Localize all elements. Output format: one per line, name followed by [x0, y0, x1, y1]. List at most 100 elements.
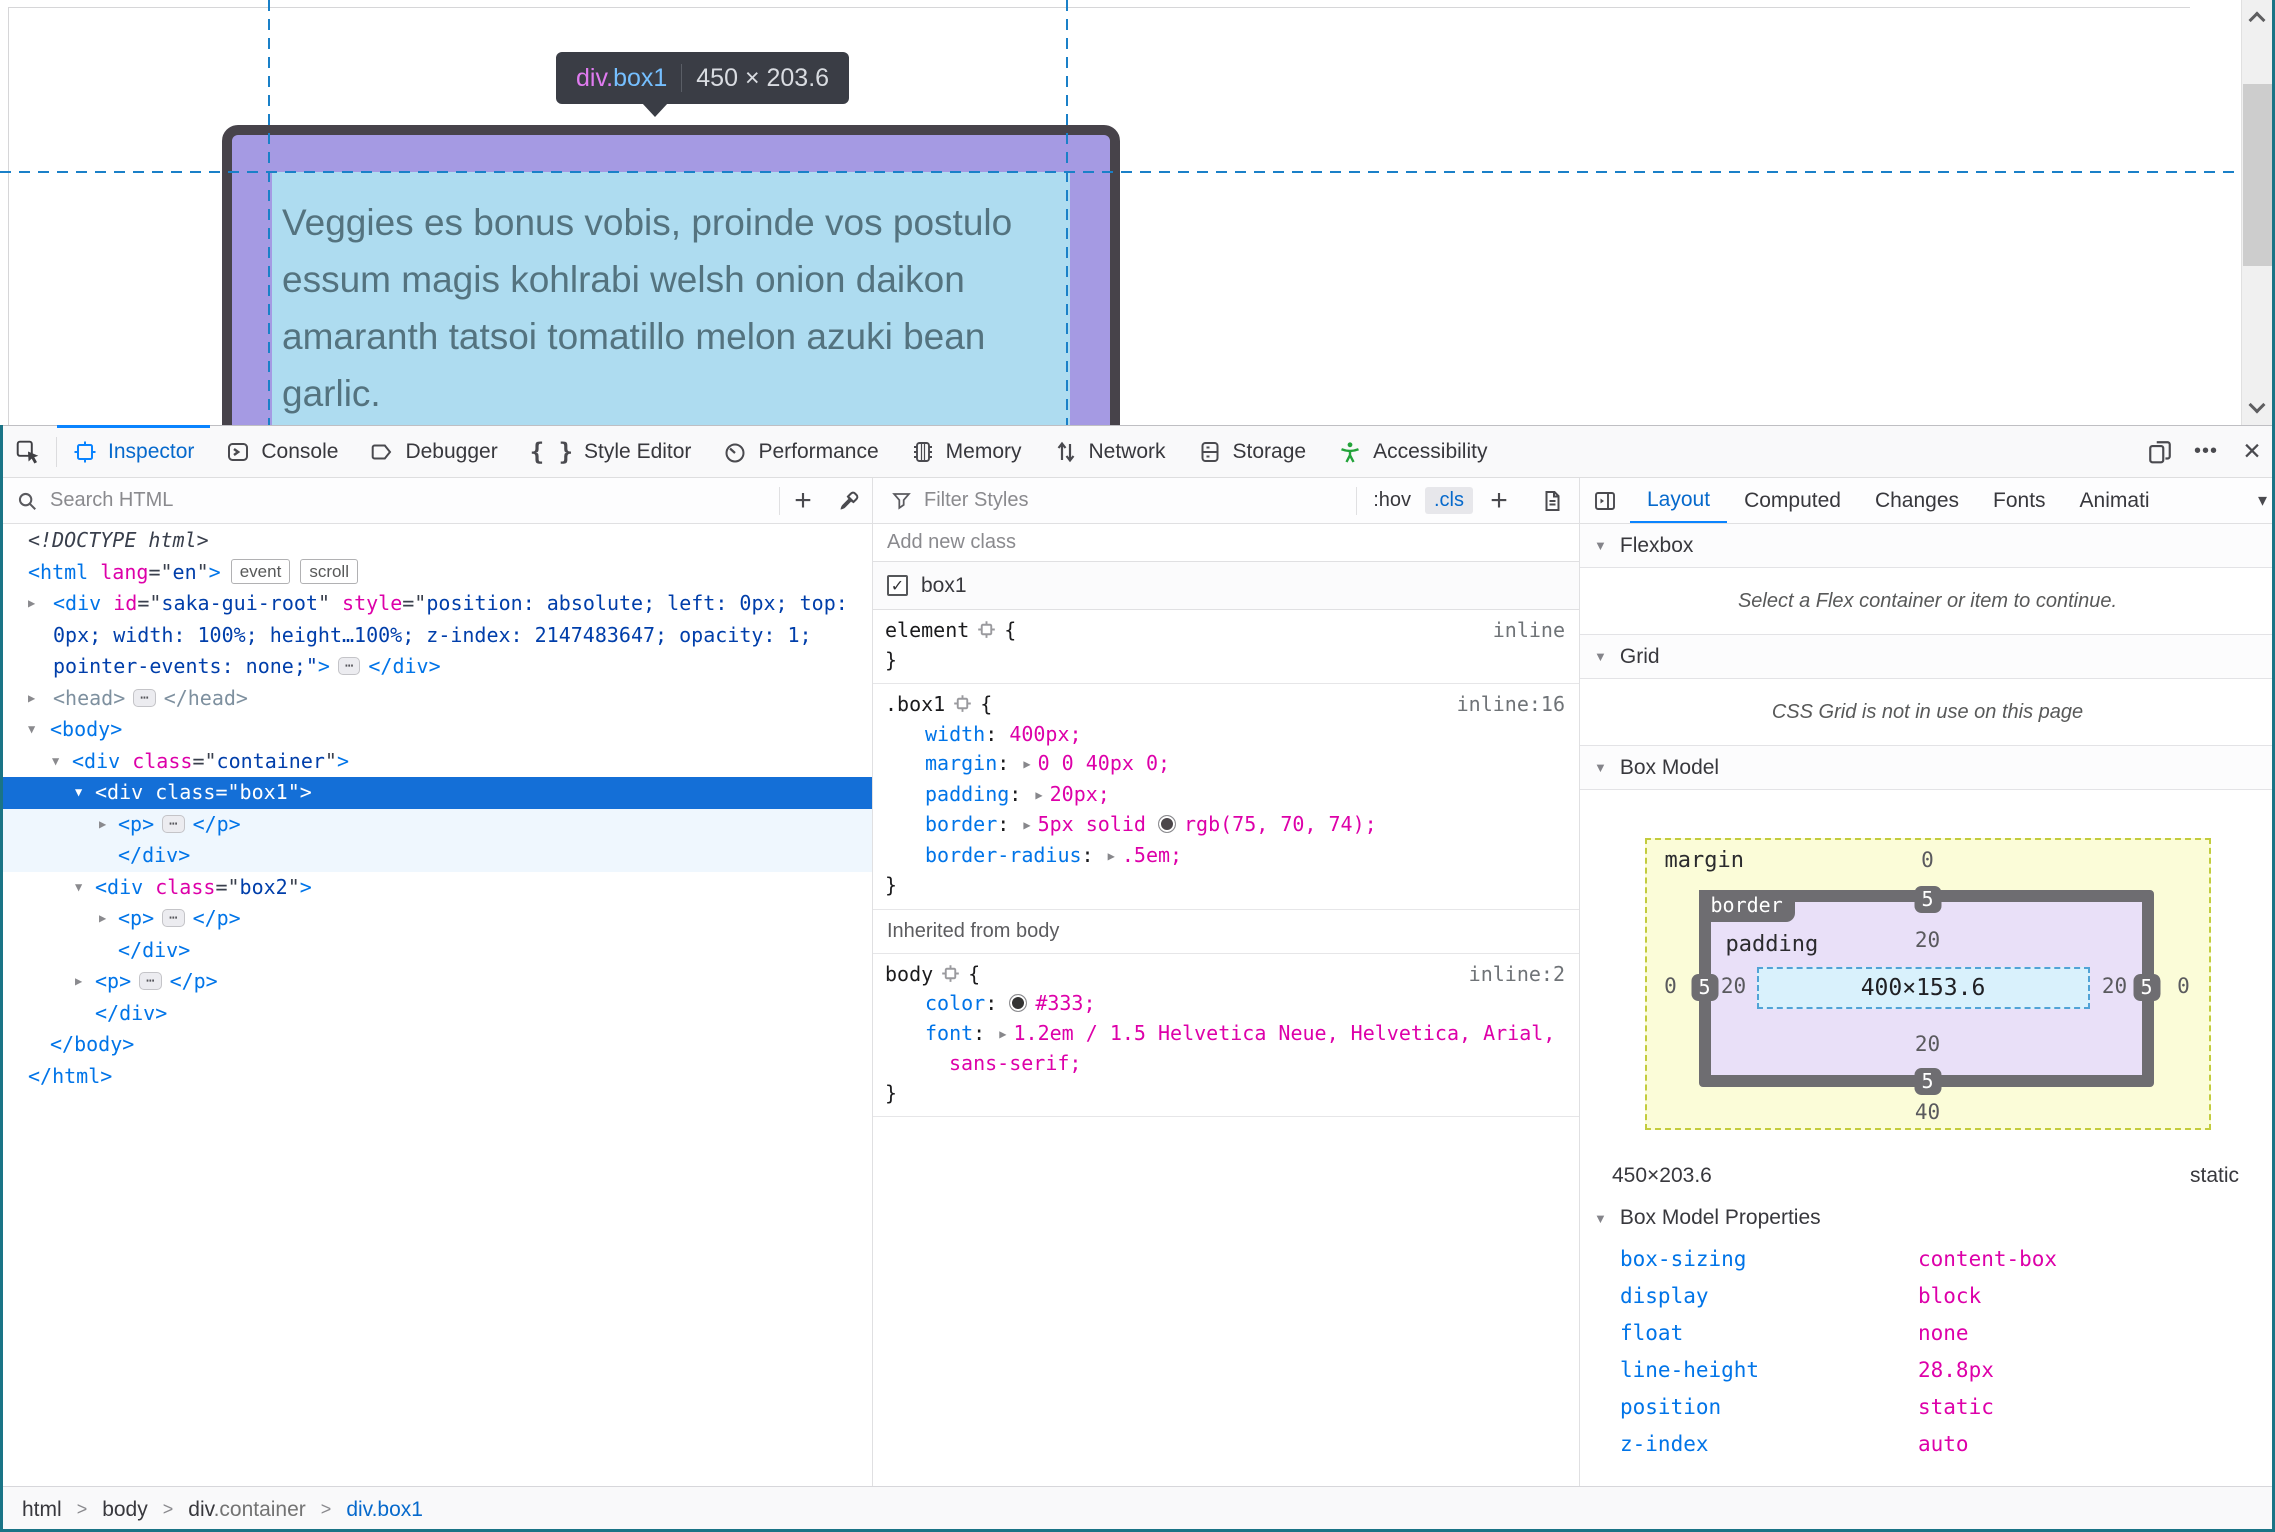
highlight-target-icon[interactable] [953, 694, 972, 713]
rule-source-link[interactable]: inline:16 [1457, 690, 1565, 720]
padding-left-value[interactable]: 20 [1721, 974, 1746, 998]
rule-selector[interactable]: .box1 [885, 692, 945, 716]
rule-selector[interactable]: body [885, 962, 933, 986]
margin-top-value[interactable]: 0 [1921, 848, 1934, 872]
add-new-class-input[interactable] [887, 531, 1487, 554]
eyedropper-button[interactable] [826, 489, 872, 513]
class-panel-button[interactable]: .cls [1425, 487, 1473, 514]
expand-closed-icon[interactable]: ▶ [28, 588, 35, 620]
markup-row[interactable]: </body> [0, 1029, 872, 1061]
css-declaration[interactable]: border-radius: ▶ .5em; [873, 841, 1579, 872]
property-value[interactable]: content-box [1918, 1247, 2057, 1271]
border-left-value[interactable]: 5 [1691, 974, 1718, 1001]
border-bottom-value[interactable]: 5 [1914, 1068, 1941, 1095]
margin-right-value[interactable]: 0 [2177, 974, 2190, 998]
markup-row[interactable]: ▶ <p> ⋯ </p> [0, 903, 872, 935]
tab-fonts[interactable]: Fonts [1976, 478, 2063, 523]
border-right-value[interactable]: 5 [2133, 974, 2160, 1001]
breadcrumb-item[interactable]: html [22, 1498, 62, 1522]
markup-row[interactable]: <!DOCTYPE html> [0, 525, 872, 557]
box-model-properties-header[interactable]: ▼ Box Model Properties [1580, 1196, 2275, 1240]
rule-source-link[interactable]: inline [1493, 616, 1565, 646]
tab-storage[interactable]: Storage [1182, 426, 1323, 477]
property-name[interactable]: z-index [1580, 1432, 1918, 1456]
css-declaration[interactable]: color: #333; [873, 989, 1579, 1019]
margin-bottom-value[interactable]: 40 [1915, 1100, 1940, 1124]
box-model-section-header[interactable]: ▼ Box Model [1580, 746, 2275, 790]
markup-row[interactable]: ▼ <div class="container"> [0, 746, 872, 778]
more-tabs-dropdown[interactable]: ▾ [2258, 490, 2267, 511]
color-swatch[interactable] [1009, 994, 1028, 1012]
node-picker-button[interactable] [0, 426, 56, 477]
property-value[interactable]: block [1918, 1284, 1981, 1308]
tab-performance[interactable]: Performance [707, 426, 894, 477]
event-badge[interactable]: scroll [300, 558, 358, 584]
tab-computed[interactable]: Computed [1727, 478, 1858, 523]
highlight-target-icon[interactable] [941, 964, 960, 983]
rule-selector[interactable]: element [885, 618, 969, 642]
css-declaration[interactable]: padding: ▶ 20px; [873, 780, 1579, 811]
expand-closed-icon[interactable]: ▶ [99, 809, 106, 841]
markup-row[interactable]: ▼ <body> [0, 714, 872, 746]
sidebar-toggle-button[interactable] [1580, 489, 1630, 513]
add-rule-button[interactable]: + [1473, 484, 1525, 518]
markup-row[interactable]: ▶ <p> ⋯ </p> [0, 808, 872, 841]
property-value[interactable]: auto [1918, 1432, 1969, 1456]
css-declaration[interactable]: width: 400px; [873, 720, 1579, 750]
border-top-value[interactable]: 5 [1914, 886, 1941, 913]
class-checkbox[interactable]: ✓ [887, 575, 908, 596]
tab-debugger[interactable]: Debugger [354, 426, 513, 477]
add-node-button[interactable]: + [780, 484, 826, 518]
expand-open-icon[interactable]: ▼ [28, 714, 35, 746]
property-value[interactable]: none [1918, 1321, 1969, 1345]
page-scrollbar[interactable] [2241, 0, 2272, 425]
margin-left-value[interactable]: 0 [1664, 974, 1677, 998]
grid-section-header[interactable]: ▼ Grid [1580, 635, 2275, 679]
markup-row[interactable]: </html> [0, 1061, 872, 1093]
collapsed-children-pill[interactable]: ⋯ [133, 688, 156, 707]
css-declaration[interactable]: font: ▶ 1.2em / 1.5 Helvetica Neue, Helve… [873, 1019, 1579, 1050]
expand-open-icon[interactable]: ▼ [75, 872, 82, 904]
markup-row[interactable]: ▶ <p> ⋯ </p> [0, 966, 872, 998]
highlight-target-icon[interactable] [977, 620, 996, 639]
tab-animations[interactable]: Animati [2063, 478, 2163, 523]
markup-row[interactable]: </div> [0, 840, 872, 872]
devtools-menu-button[interactable]: ••• [2183, 426, 2229, 477]
collapsed-children-pill[interactable]: ⋯ [139, 972, 162, 990]
print-media-button[interactable] [1525, 489, 1579, 513]
flexbox-section-header[interactable]: ▼ Flexbox [1580, 524, 2275, 568]
tab-layout[interactable]: Layout [1630, 478, 1728, 523]
color-swatch[interactable] [1158, 815, 1176, 833]
markup-row[interactable]: pointer-events: none;"> ⋯ </div> [0, 651, 872, 683]
markup-row[interactable]: ▶ <head> ⋯ </head> [0, 683, 872, 715]
breadcrumb-item[interactable]: body [102, 1498, 148, 1522]
filter-styles-input[interactable] [924, 489, 1254, 512]
collapsed-children-pill[interactable]: ⋯ [162, 814, 185, 833]
expand-closed-icon[interactable]: ▶ [28, 683, 35, 715]
breadcrumb-item[interactable]: div.box1 [346, 1498, 423, 1522]
responsive-design-mode-button[interactable] [2137, 426, 2183, 477]
search-html-input[interactable] [50, 489, 670, 512]
markup-row[interactable]: <html lang="en"> event scroll [0, 557, 872, 589]
collapsed-children-pill[interactable]: ⋯ [337, 657, 361, 675]
breadcrumb-item[interactable]: div.container [188, 1498, 306, 1522]
pseudo-class-button[interactable]: :hov [1365, 487, 1419, 514]
expand-closed-icon[interactable]: ▶ [75, 966, 82, 998]
tab-network[interactable]: Network [1038, 426, 1182, 477]
property-name[interactable]: position [1580, 1395, 1918, 1419]
tab-changes[interactable]: Changes [1858, 478, 1976, 523]
property-name[interactable]: box-sizing [1580, 1247, 1918, 1271]
rule-source-link[interactable]: inline:2 [1469, 960, 1565, 990]
css-declaration[interactable]: margin: ▶ 0 0 40px 0; [873, 749, 1579, 780]
tab-style-editor[interactable]: { } Style Editor [514, 426, 708, 477]
padding-right-value[interactable]: 20 [2102, 974, 2127, 998]
property-value[interactable]: static [1918, 1395, 1994, 1419]
property-name[interactable]: float [1580, 1321, 1918, 1345]
tab-memory[interactable]: Memory [895, 426, 1038, 477]
markup-row[interactable]: 0px; width: 100%; height…100%; z-index: … [0, 620, 872, 652]
close-devtools-button[interactable]: ✕ [2229, 426, 2275, 477]
padding-top-value[interactable]: 20 [1915, 928, 1940, 952]
scroll-down-arrow-icon[interactable] [2248, 396, 2266, 414]
property-name[interactable]: line-height [1580, 1358, 1918, 1382]
property-name[interactable]: display [1580, 1284, 1918, 1308]
